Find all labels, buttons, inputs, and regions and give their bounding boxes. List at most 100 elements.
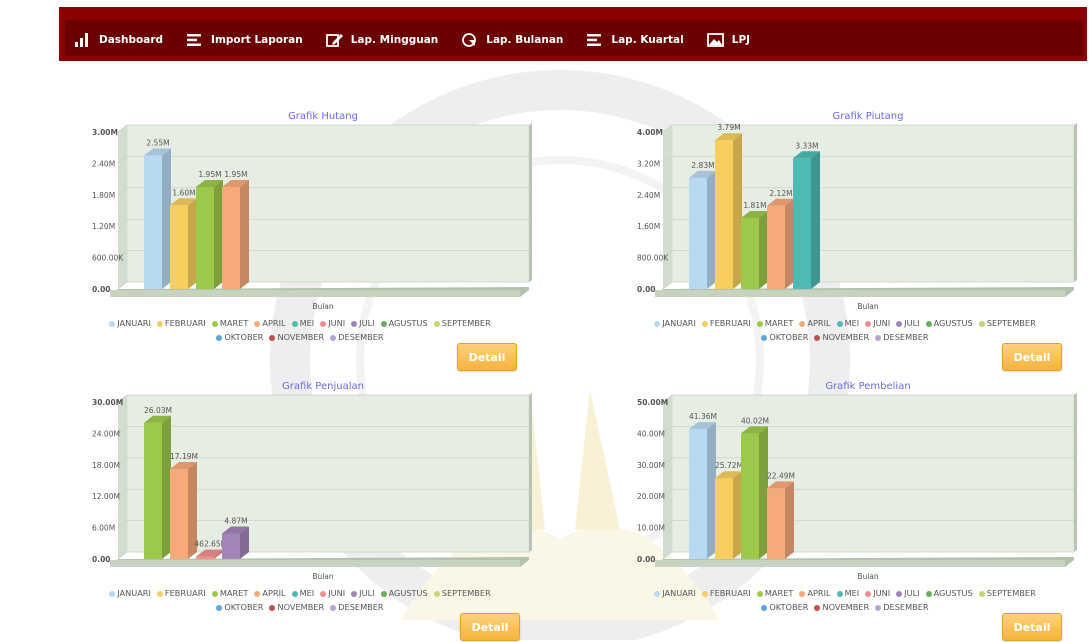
legend-item-maret[interactable]: MARET [756,588,794,598]
detail-button-hutang[interactable]: Detail [457,343,517,371]
legend-item-april[interactable]: APRIL [254,588,286,598]
plot-right-edge [529,393,532,552]
legend-item-november[interactable]: NOVEMBER [269,332,324,342]
legend-dot [836,320,843,327]
legend-item-agustus[interactable]: AGUSTUS [380,318,428,328]
legend-item-agustus[interactable]: AGUSTUS [925,588,973,598]
legend-dot [211,590,218,597]
nav-item-lap-kuartal[interactable]: Lap. Kuartal [585,33,684,47]
legend-label: APRIL [807,588,831,598]
legend-label: APRIL [262,318,286,328]
chart-hutang: Grafik Hutang 0.00 600.00K 1.20M 1.80M 2.40M 3… [92,111,532,311]
legend-label: DESEMBER [883,602,929,612]
y-tick-label: 18.00M [92,461,120,470]
legend-item-desember[interactable]: DESEMBER [875,332,929,342]
legend-item-februari[interactable]: FEBRUARI [156,318,206,328]
legend-item-april[interactable]: APRIL [799,588,831,598]
legend-item-maret[interactable]: MARET [756,318,793,328]
legend-item-mei[interactable]: MEI [291,588,314,598]
legend-label: JULI [359,588,375,598]
legend-dot [896,320,903,327]
legend-item-desember[interactable]: DESEMBER [330,602,384,612]
legend-item-november[interactable]: NOVEMBER [814,332,869,342]
legend-item-juli[interactable]: JULI [896,588,920,598]
legend-item-agustus[interactable]: AGUSTUS [925,318,973,328]
y-tick-label: 50.00M [637,398,668,407]
legend-label: AGUSTUS [933,318,973,328]
legend-dot [211,320,218,327]
legend-item-juni[interactable]: JUNI [320,588,345,598]
chart-title: Grafik Hutang [288,111,358,122]
plot-side-wall [118,395,127,559]
legend-item-januari[interactable]: JANUARI [654,318,696,328]
chart-title: Grafik Pembelian [825,381,910,392]
legend-item-juni[interactable]: JUNI [865,588,890,598]
legend-item-januari[interactable]: JANUARI [654,588,696,598]
legend-item-november[interactable]: NOVEMBER [814,602,869,612]
legend-dot [330,334,337,341]
detail-button-penjualan[interactable]: Detail [460,613,520,641]
legend-dot [291,320,298,327]
data-label: 2.55M [146,139,169,148]
legend-item-februari[interactable]: FEBRUARI [156,588,206,598]
nav-item-lpj[interactable]: LPJ [706,33,750,47]
nav-item-lap-bulanan[interactable]: Lap. Bulanan [460,33,563,47]
legend-item-april[interactable]: APRIL [254,318,286,328]
legend-item-juni[interactable]: JUNI [320,318,345,328]
legend-item-maret[interactable]: MARET [211,318,248,328]
legend-item-agustus[interactable]: AGUSTUS [380,588,428,598]
legend-item-januari[interactable]: JANUARI [109,588,151,598]
legend-label: MARET [764,588,794,598]
nav-item-label: LPJ [731,34,751,46]
legend-dot [269,334,276,341]
legend-item-juni[interactable]: JUNI [865,318,890,328]
bar-side [759,426,768,559]
legend-item-mei[interactable]: MEI [836,588,859,598]
legend-item-oktober[interactable]: OKTOBER [216,332,263,342]
legend-item-desember[interactable]: DESEMBER [875,602,929,612]
nav-item-lap-mingguan[interactable]: Lap. Mingguan [325,33,439,47]
legend-item-april[interactable]: APRIL [799,318,831,328]
bar-april [767,481,794,559]
legend-item-februari[interactable]: FEBRUARI [701,588,751,598]
bar-januari [144,148,171,289]
nav-item-label: Lap. Mingguan [350,34,439,46]
detail-button-piutang[interactable]: Detail [1002,343,1062,371]
legend-label: JULI [359,318,375,328]
legend-item-desember[interactable]: DESEMBER [330,332,384,342]
legend-item-mei[interactable]: MEI [291,318,315,328]
legend-item-september[interactable]: SEPTEMBER [978,588,1036,598]
legend-label: MEI [299,318,315,328]
nav-item-dashboard[interactable]: Dashboard [73,33,163,47]
legend-item-juli[interactable]: JULI [351,318,375,328]
legend-dot [799,590,806,597]
legend-item-oktober[interactable]: OKTOBER [761,332,808,342]
legend-dot [156,590,163,597]
y-tick-label: 30.00M [92,398,123,407]
bar-side [162,148,171,289]
legend-item-mei[interactable]: MEI [836,318,859,328]
nav-item-import-laporan[interactable]: Import Laporan [185,33,303,47]
data-label: 17.19M [170,452,198,461]
legend-item-januari[interactable]: JANUARI [109,318,151,328]
legend-item-oktober[interactable]: OKTOBER [216,602,263,612]
legend-item-november[interactable]: NOVEMBER [269,602,324,612]
legend-item-oktober[interactable]: OKTOBER [761,602,808,612]
legend-item-september[interactable]: SEPTEMBER [433,588,491,598]
bar-front [170,469,188,559]
legend-label: SEPTEMBER [441,588,491,598]
data-label: 1.60M [172,188,195,197]
detail-button-pembelian[interactable]: Detail [1002,613,1062,641]
legend-item-februari[interactable]: FEBRUARI [701,318,751,328]
bar-front [767,205,785,289]
legend-item-september[interactable]: SEPTEMBER [978,318,1036,328]
bar-chart-icon [75,33,88,47]
bar-april [222,179,249,289]
legend-item-juli[interactable]: JULI [351,588,375,598]
legend-item-maret[interactable]: MARET [211,588,248,598]
legend-dot [925,320,932,327]
legend-item-september[interactable]: SEPTEMBER [433,318,491,328]
y-tick-label: 6.00M [92,524,115,533]
bar-front [741,433,759,559]
legend-item-juli[interactable]: JULI [896,318,920,328]
